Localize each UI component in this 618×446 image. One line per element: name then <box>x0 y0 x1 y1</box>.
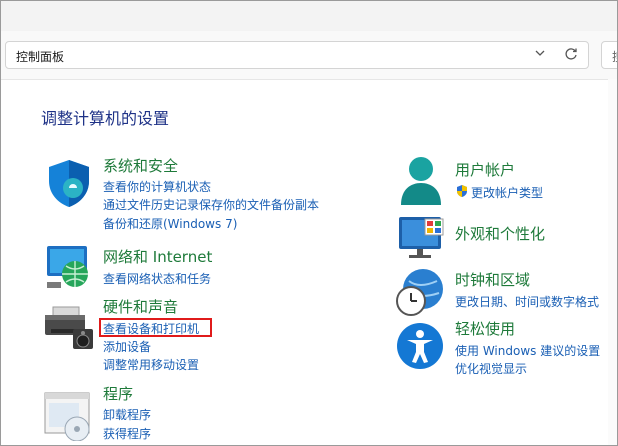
link-optimize-visual-display[interactable]: 优化视觉显示 <box>455 360 527 377</box>
category-title-hardware-sound[interactable]: 硬件和声音 <box>103 296 178 317</box>
category-title-user-accounts[interactable]: 用户帐户 <box>455 159 515 180</box>
uac-shield-icon <box>455 183 469 202</box>
category-title-appearance[interactable]: 外观和个性化 <box>455 223 545 244</box>
category-title-system-security[interactable]: 系统和安全 <box>103 155 178 176</box>
search-placeholder: 搜 <box>612 48 617 65</box>
search-input[interactable]: 搜 <box>601 41 617 69</box>
link-file-history-backup[interactable]: 通过文件历史记录保存你的文件备份副本 <box>103 196 319 213</box>
link-view-network-status[interactable]: 查看网络状态和任务 <box>103 270 211 287</box>
link-windows-recommended-settings[interactable]: 使用 Windows 建议的设置 <box>455 342 600 359</box>
clock-globe-icon[interactable] <box>395 267 447 323</box>
link-add-device[interactable]: 添加设备 <box>103 338 151 355</box>
link-change-date-time[interactable]: 更改日期、时间或数字格式 <box>455 293 599 310</box>
page-title: 调整计算机的设置 <box>41 109 170 128</box>
user-icon[interactable] <box>397 155 445 211</box>
chevron-down-icon[interactable] <box>532 47 548 63</box>
link-change-account-type[interactable]: 更改帐户类型 <box>471 184 543 201</box>
printer-speaker-icon[interactable] <box>43 305 97 355</box>
link-backup-restore-win7[interactable]: 备份和还原(Windows 7) <box>103 215 237 232</box>
link-view-computer-status[interactable]: 查看你的计算机状态 <box>103 178 211 195</box>
category-title-clock-region[interactable]: 时钟和区域 <box>455 269 530 290</box>
programs-disc-icon[interactable] <box>43 391 95 445</box>
highlight-box <box>99 318 212 337</box>
shield-icon[interactable] <box>43 157 95 213</box>
category-title-ease-of-access[interactable]: 轻松使用 <box>455 318 515 339</box>
monitor-palette-icon[interactable] <box>397 215 447 265</box>
control-panel-window: 控制面板 搜 调整计算机的设置 系统和安全 查看你的计算机状态 通过文件历史记录… <box>0 0 618 446</box>
network-globe-icon[interactable] <box>41 242 95 296</box>
address-bar[interactable]: 控制面板 <box>5 41 589 69</box>
category-title-programs[interactable]: 程序 <box>103 383 133 404</box>
accessibility-icon[interactable] <box>395 321 445 375</box>
vertical-scrollbar[interactable] <box>608 79 617 445</box>
breadcrumb-control-panel[interactable]: 控制面板 <box>16 48 64 65</box>
category-title-network-internet[interactable]: 网络和 Internet <box>103 246 212 267</box>
link-uninstall-program[interactable]: 卸载程序 <box>103 406 151 423</box>
link-get-programs[interactable]: 获得程序 <box>103 425 151 442</box>
refresh-icon[interactable] <box>562 46 580 64</box>
link-mobility-settings[interactable]: 调整常用移动设置 <box>103 356 199 373</box>
title-bar <box>1 1 617 31</box>
